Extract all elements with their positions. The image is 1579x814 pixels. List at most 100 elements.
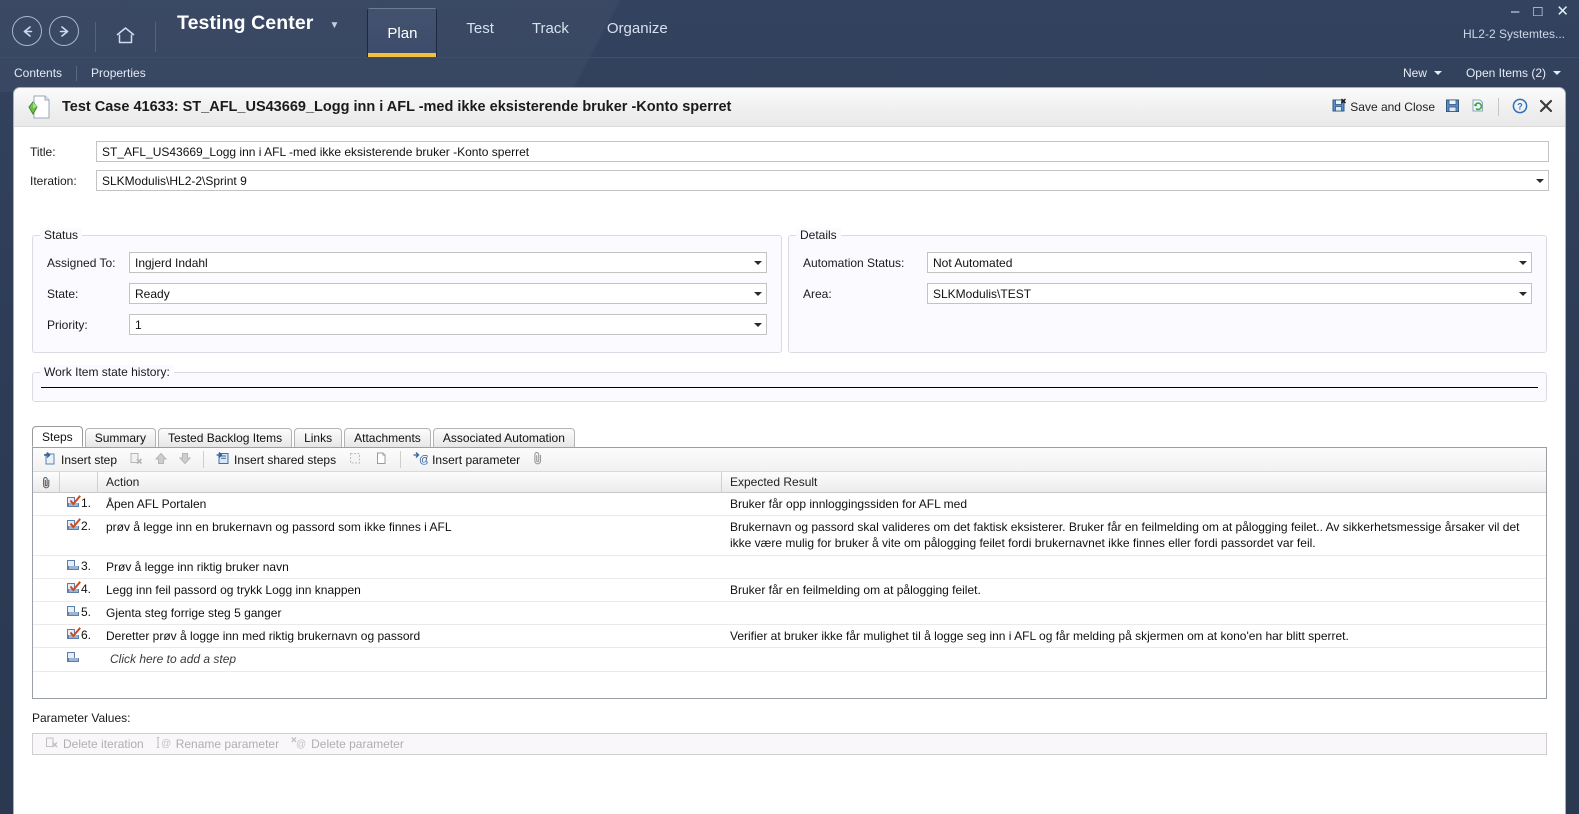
title-input[interactable]: ST_AFL_US43669_Logg inn i AFL -med ikke … bbox=[96, 141, 1549, 162]
expected-result-column-header[interactable]: Expected Result bbox=[722, 472, 1546, 492]
close-work-item-button[interactable] bbox=[1533, 98, 1559, 117]
priority-label: Priority: bbox=[47, 317, 88, 332]
tab-summary[interactable]: Summary bbox=[84, 428, 157, 447]
tab-test-label: Test bbox=[466, 20, 494, 37]
iteration-select[interactable]: SLKModulis\HL2-2\Sprint 9 bbox=[96, 170, 1549, 191]
row-attachment-cell[interactable] bbox=[33, 602, 60, 624]
divider bbox=[95, 22, 96, 52]
attach-file-button[interactable] bbox=[526, 449, 550, 471]
assigned-to-select[interactable]: Ingjerd Indahl bbox=[129, 252, 767, 273]
table-row[interactable]: 1. Åpen AFL Portalen Bruker får opp innl… bbox=[33, 493, 1546, 517]
delete-parameter-button[interactable]: @ Delete parameter bbox=[285, 736, 410, 752]
tab-test[interactable]: Test bbox=[447, 0, 513, 57]
step-indicator: 2. bbox=[60, 516, 98, 554]
row-attachment-cell[interactable] bbox=[33, 516, 60, 554]
work-item-header: Test Case 41633: ST_AFL_US43669_Logg inn… bbox=[14, 88, 1565, 126]
delete-iteration-button[interactable]: Delete iteration bbox=[39, 736, 150, 752]
step-number: 1. bbox=[81, 496, 92, 510]
delete-parameter-icon: @ bbox=[291, 736, 307, 752]
tab-tested-backlog-items[interactable]: Tested Backlog Items bbox=[158, 428, 293, 447]
step-expected-result[interactable]: Bruker får en feilmelding om at påloggin… bbox=[722, 579, 1546, 601]
status-group-title: Status bbox=[40, 228, 83, 242]
delete-step-button[interactable] bbox=[123, 449, 149, 471]
step-number: 6. bbox=[81, 628, 92, 643]
forward-arrow-icon[interactable] bbox=[49, 16, 79, 46]
area-select[interactable]: SLKModulis\TEST bbox=[927, 283, 1532, 304]
add-step-placeholder[interactable]: Click here to add a step bbox=[98, 648, 722, 670]
save-button[interactable] bbox=[1440, 98, 1465, 116]
close-button[interactable]: ✕ bbox=[1556, 4, 1569, 19]
move-step-up-button[interactable] bbox=[149, 449, 173, 471]
action-step-icon bbox=[66, 605, 79, 618]
move-step-down-button[interactable] bbox=[173, 449, 197, 471]
step-action[interactable]: Prøv å legge inn riktig bruker navn bbox=[98, 556, 722, 578]
add-step-row[interactable]: Click here to add a step bbox=[33, 648, 1546, 672]
automation-status-select[interactable]: Not Automated bbox=[927, 252, 1532, 273]
new-menu-button[interactable]: New bbox=[1393, 66, 1452, 80]
sidebar-item-contents[interactable]: Contents bbox=[0, 66, 76, 80]
assigned-to-label: Assigned To: bbox=[47, 255, 116, 270]
delete-step-icon bbox=[129, 451, 143, 468]
area-label: Area: bbox=[803, 286, 832, 301]
new-menu-label: New bbox=[1402, 66, 1427, 80]
divider bbox=[155, 22, 156, 52]
add-step-expected-cell[interactable] bbox=[722, 648, 1546, 670]
table-row[interactable]: 4. Legg inn feil passord og trykk Logg i… bbox=[33, 579, 1546, 602]
step-action[interactable]: Åpen AFL Portalen bbox=[98, 493, 722, 515]
step-action[interactable]: prøv å legge inn en brukernavn og passor… bbox=[98, 516, 722, 554]
table-row[interactable]: 5. Gjenta steg forrige steg 5 ganger bbox=[33, 602, 1546, 626]
insert-step-button[interactable]: Insert step bbox=[37, 449, 123, 471]
tab-organize[interactable]: Organize bbox=[588, 0, 687, 57]
tab-track[interactable]: Track bbox=[513, 0, 588, 57]
chevron-down-icon bbox=[749, 315, 766, 334]
tab-attachments[interactable]: Attachments bbox=[344, 428, 431, 447]
paperclip-icon bbox=[532, 451, 544, 468]
priority-select[interactable]: 1 bbox=[129, 314, 767, 335]
state-select[interactable]: Ready bbox=[129, 283, 767, 304]
priority-row: Priority: 1 bbox=[47, 314, 767, 335]
insert-parameter-button[interactable]: @ Insert parameter bbox=[407, 449, 526, 471]
sidebar-item-properties[interactable]: Properties bbox=[77, 66, 160, 80]
back-arrow-icon[interactable] bbox=[12, 16, 42, 46]
step-expected-result[interactable] bbox=[722, 556, 1546, 578]
table-row[interactable]: 6. Deretter prøv å logge inn med riktig … bbox=[33, 625, 1546, 649]
row-attachment-cell[interactable] bbox=[33, 493, 60, 515]
step-expected-result[interactable]: Verifier at bruker ikke får mulighet til… bbox=[722, 625, 1546, 647]
row-attachment-cell[interactable] bbox=[33, 625, 60, 647]
minimize-button[interactable]: – bbox=[1511, 4, 1519, 19]
tab-associated-automation[interactable]: Associated Automation bbox=[432, 428, 575, 447]
refresh-button[interactable] bbox=[1465, 98, 1490, 116]
step-action[interactable]: Deretter prøv å logge inn med riktig bru… bbox=[98, 625, 722, 647]
tab-links[interactable]: Links bbox=[294, 428, 343, 447]
step-action[interactable]: Legg inn feil passord og trykk Logg inn … bbox=[98, 579, 722, 601]
table-row[interactable]: 3. Prøv å legge inn riktig bruker navn bbox=[33, 556, 1546, 579]
tab-steps-label: Steps bbox=[42, 429, 73, 444]
step-indicator: 3. bbox=[60, 556, 98, 578]
chevron-down-icon bbox=[1531, 171, 1548, 190]
table-row[interactable]: 2. prøv å legge inn en brukernavn og pas… bbox=[33, 516, 1546, 556]
chevron-down-icon[interactable]: ▼ bbox=[313, 0, 339, 31]
tab-plan[interactable]: Plan bbox=[367, 8, 438, 57]
iteration-field-row: Iteration: SLKModulis\HL2-2\Sprint 9 bbox=[14, 170, 1565, 191]
insert-shared-steps-button[interactable]: Insert shared steps bbox=[210, 449, 342, 471]
step-expected-result[interactable]: Bruker får opp innloggingssiden for AFL … bbox=[722, 493, 1546, 515]
state-row: State: Ready bbox=[47, 283, 767, 304]
tab-steps[interactable]: Steps bbox=[32, 426, 83, 447]
maximize-button[interactable]: □ bbox=[1533, 4, 1542, 19]
row-attachment-cell[interactable] bbox=[33, 556, 60, 578]
action-column-header[interactable]: Action bbox=[98, 472, 722, 492]
rename-parameter-button[interactable]: @ Rename parameter bbox=[150, 736, 285, 752]
open-items-menu-button[interactable]: Open Items (2) bbox=[1456, 66, 1571, 80]
application-window: Testing Center ▼ Plan Test Track Organiz… bbox=[0, 0, 1579, 814]
tab-summary-label: Summary bbox=[94, 431, 147, 445]
row-attachment-cell[interactable] bbox=[33, 579, 60, 601]
step-number-column-header bbox=[60, 472, 98, 492]
save-and-close-button[interactable]: Save and Close bbox=[1327, 98, 1440, 116]
open-shared-step-button[interactable] bbox=[368, 449, 394, 471]
step-expected-result[interactable] bbox=[722, 602, 1546, 624]
home-icon[interactable] bbox=[112, 14, 139, 49]
help-button[interactable]: ? bbox=[1507, 98, 1533, 117]
create-shared-step-button[interactable] bbox=[342, 449, 368, 471]
step-action[interactable]: Gjenta steg forrige steg 5 ganger bbox=[98, 602, 722, 624]
step-expected-result[interactable]: Brukernavn og passord skal valideres om … bbox=[722, 516, 1546, 554]
